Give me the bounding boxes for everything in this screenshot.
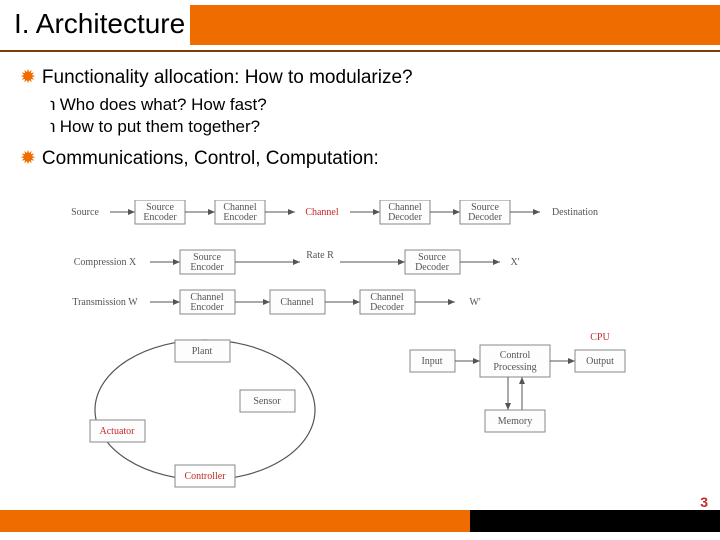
comm-node-channel: Channel	[305, 207, 339, 218]
compression-rate: Rate R	[306, 250, 334, 261]
comm-node-source: Source	[71, 207, 99, 218]
bullet-icon: ✹	[20, 148, 36, 169]
plant-box: Plant	[192, 346, 213, 357]
compression-row: Compression X Source Encoder Rate R Sour…	[74, 250, 520, 274]
bullet-2-text: Communications, Control, Computation:	[42, 148, 379, 169]
sub-bullet-icon: ℩	[50, 117, 56, 136]
cpu-title: CPU	[590, 332, 610, 343]
comm-node-dest: Destination	[552, 207, 598, 218]
svg-text:Decoder: Decoder	[415, 262, 450, 273]
cpu-output: Output	[586, 356, 614, 367]
bullet-1-text: Functionality allocation: How to modular…	[42, 67, 413, 88]
page-number: 3	[700, 494, 708, 510]
bullet-1b-text: How to put them together?	[60, 117, 260, 136]
transmission-channel: Channel	[280, 297, 314, 308]
sensor-box: Sensor	[253, 396, 281, 407]
comm-node-src-enc-2: Encoder	[143, 212, 177, 223]
control-loop: Plant Sensor Actuator Controller	[90, 340, 315, 487]
cpu-memory: Memory	[498, 416, 532, 427]
bullet-1a: ℩Who does what? How fast?	[50, 95, 700, 115]
transmission-out: W'	[469, 297, 480, 308]
transmission-label: Transmission W	[72, 297, 138, 308]
controller-box: Controller	[184, 471, 226, 482]
comm-node-ch-enc-2: Encoder	[223, 212, 257, 223]
compression-out: X'	[510, 257, 519, 268]
bullet-1: ✹ Functionality allocation: How to modula…	[20, 66, 700, 89]
page-title: I. Architecture	[14, 8, 185, 40]
transmission-row: Transmission W Channel Encoder Channel C…	[72, 290, 480, 314]
svg-text:Processing: Processing	[493, 362, 536, 373]
bullet-2: ✹ Communications, Control, Computation:	[20, 147, 700, 170]
svg-text:Decoder: Decoder	[370, 302, 405, 313]
cpu-input: Input	[421, 356, 442, 367]
svg-text:Encoder: Encoder	[190, 262, 224, 273]
svg-text:Control: Control	[500, 350, 531, 361]
comm-node-ch-dec-2: Decoder	[388, 212, 423, 223]
header-divider	[0, 50, 720, 52]
footer-black-block	[470, 510, 720, 532]
content-area: ✹ Functionality allocation: How to modula…	[20, 62, 700, 176]
bullet-1a-text: Who does what? How fast?	[60, 95, 267, 114]
compression-label: Compression X	[74, 257, 137, 268]
bullet-icon: ✹	[20, 67, 36, 88]
bullet-1b: ℩How to put them together?	[50, 117, 700, 137]
header-accent-bar	[190, 5, 720, 45]
comm-chain-row: Source Source Encoder Channel Encoder Ch…	[71, 200, 598, 224]
cpu-block: CPU Input Control Processing Output Memo…	[410, 332, 625, 432]
diagram-area: Source Source Encoder Channel Encoder Ch…	[60, 200, 660, 500]
svg-text:Encoder: Encoder	[190, 302, 224, 313]
comm-node-src-dec-2: Decoder	[468, 212, 503, 223]
diagrams-svg: Source Source Encoder Channel Encoder Ch…	[60, 200, 660, 500]
actuator-box: Actuator	[100, 426, 136, 437]
sub-bullet-icon: ℩	[50, 95, 56, 114]
